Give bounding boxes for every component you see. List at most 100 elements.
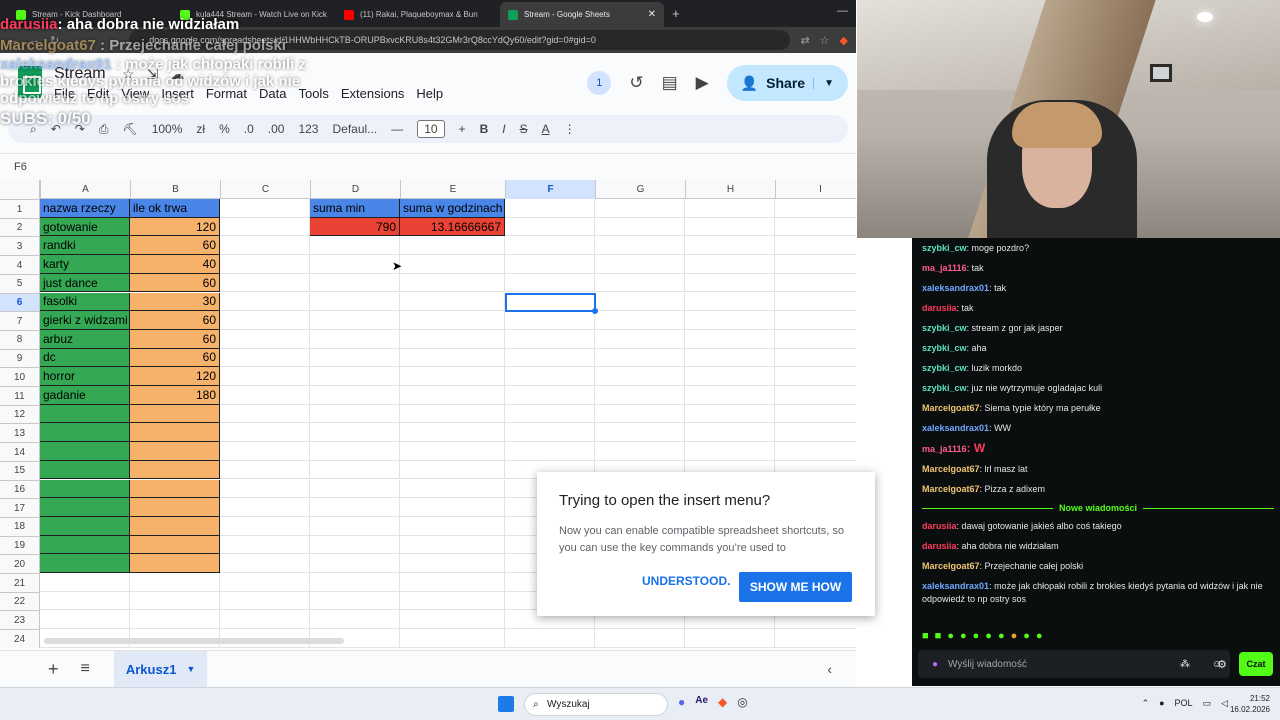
grid-cell[interactable] — [310, 311, 400, 330]
menu-help[interactable]: Help — [416, 86, 443, 101]
emote-icon[interactable]: ● — [960, 630, 967, 642]
grid-cell[interactable] — [400, 423, 505, 443]
column-header-f[interactable]: F — [505, 180, 595, 199]
row-header-12[interactable]: 12 — [0, 404, 40, 424]
row-header-14[interactable]: 14 — [0, 442, 40, 462]
add-sheet-icon[interactable]: + — [48, 659, 59, 680]
chat-username[interactable]: darusiia — [922, 521, 957, 531]
grid-cell[interactable] — [505, 404, 595, 424]
grid-cell[interactable] — [505, 348, 595, 368]
chat-username[interactable]: darusiia — [922, 541, 957, 551]
cell-a10[interactable]: horror — [40, 367, 130, 386]
percent-format-button[interactable]: % — [219, 122, 230, 136]
grid-cell[interactable] — [220, 498, 310, 517]
grid-cell[interactable] — [400, 292, 505, 312]
grid-cell[interactable] — [130, 573, 220, 592]
row-header-16[interactable]: 16 — [0, 479, 40, 499]
show-me-how-button[interactable]: SHOW ME HOW — [739, 572, 852, 602]
cell-e2[interactable]: 13.16666667 — [400, 217, 505, 237]
menu-tools[interactable]: Tools — [298, 86, 328, 101]
grid-cell[interactable] — [220, 329, 310, 349]
grid-cell[interactable] — [685, 255, 775, 274]
menu-data[interactable]: Data — [259, 86, 286, 101]
grid-cell[interactable] — [310, 554, 400, 573]
menu-view[interactable]: View — [121, 86, 149, 101]
emote-icon[interactable]: ■ — [922, 630, 929, 642]
cell-b13[interactable] — [130, 423, 220, 443]
grid-cell[interactable] — [400, 498, 505, 517]
menu-extensions[interactable]: Extensions — [341, 86, 405, 101]
cell-b20[interactable] — [130, 554, 220, 573]
font-size-input[interactable]: 10 — [417, 120, 445, 138]
cell-a15[interactable] — [40, 460, 130, 480]
collapse-panel-icon[interactable]: ‹ — [827, 661, 832, 677]
cell-b8[interactable]: 60 — [130, 329, 220, 349]
cell-a17[interactable] — [40, 498, 130, 517]
grid-cell[interactable] — [310, 610, 400, 630]
cell-a1[interactable]: nazwa rzeczy — [40, 199, 130, 218]
grid-cell[interactable] — [400, 236, 505, 256]
row-header-4[interactable]: 4 — [0, 255, 40, 275]
grid-cell[interactable] — [685, 423, 775, 443]
grid-cell[interactable] — [595, 404, 685, 424]
star-icon[interactable]: ☆ — [122, 66, 135, 83]
doc-title[interactable]: Stream — [54, 65, 106, 83]
row-header-17[interactable]: 17 — [0, 498, 40, 518]
translate-icon[interactable]: ⇄ — [800, 34, 809, 47]
grid-cell[interactable] — [40, 573, 130, 592]
emote-icon[interactable]: ● — [973, 630, 980, 642]
cell-a19[interactable] — [40, 535, 130, 555]
redo-icon[interactable]: ↷ — [75, 122, 85, 136]
grid-cell[interactable] — [775, 199, 856, 218]
cell-a2[interactable]: gotowanie — [40, 217, 130, 237]
row-header-19[interactable]: 19 — [0, 535, 40, 555]
chat-username[interactable]: ma_ja1116 — [922, 444, 967, 454]
bold-icon[interactable]: B — [480, 122, 489, 136]
grid-cell[interactable] — [310, 535, 400, 555]
grid-cell[interactable] — [220, 573, 310, 592]
chat-username[interactable]: Marcelgoat67 — [922, 561, 980, 571]
grid-cell[interactable] — [505, 199, 595, 218]
column-header-g[interactable]: G — [595, 180, 685, 199]
grid-cell[interactable] — [775, 349, 856, 368]
chat-username[interactable]: xaleksandrax01 — [922, 283, 989, 293]
cell-a9[interactable]: dc — [40, 348, 130, 368]
microphone-icon[interactable]: ● — [1159, 698, 1164, 709]
chevron-down-icon[interactable]: ▼ — [186, 664, 195, 674]
grid-cell[interactable] — [310, 273, 400, 293]
brave-icon[interactable]: ◆ — [718, 695, 727, 709]
emote-icon[interactable]: ● — [998, 630, 1005, 642]
cell-b3[interactable]: 60 — [130, 236, 220, 256]
row-header-8[interactable]: 8 — [0, 329, 40, 349]
row-header-10[interactable]: 10 — [0, 367, 40, 387]
row-header-13[interactable]: 13 — [0, 423, 40, 443]
grid-cell[interactable] — [220, 311, 310, 330]
history-icon[interactable]: ↺ — [629, 73, 643, 93]
grid-cell[interactable] — [220, 423, 310, 443]
grid-cell[interactable] — [505, 236, 595, 256]
chat-users-icon[interactable]: ⁂ — [1180, 659, 1190, 670]
more-options-icon[interactable]: ⋮ — [564, 122, 576, 136]
grid-cell[interactable] — [595, 255, 685, 274]
grid-cell[interactable] — [400, 442, 505, 461]
grid-cell[interactable] — [400, 479, 505, 499]
url-field[interactable]: docs.google.com/spreadsheets/d/1HHWbHHCk… — [129, 30, 791, 50]
increase-decimal-button[interactable]: .00 — [268, 122, 285, 136]
column-header-i[interactable]: I — [775, 180, 856, 199]
cell-b10[interactable]: 120 — [130, 367, 220, 386]
network-icon[interactable]: ▭ — [1203, 698, 1212, 709]
row-header-1[interactable]: 1 — [0, 199, 40, 218]
grid-cell[interactable] — [775, 311, 856, 330]
obs-icon[interactable]: ◎ — [737, 695, 747, 709]
minimize-icon[interactable]: — — [837, 5, 848, 17]
grid-cell[interactable] — [685, 292, 775, 312]
grid-cell[interactable] — [685, 311, 775, 330]
new-tab-icon[interactable]: + — [672, 6, 680, 21]
grid-cell[interactable] — [400, 255, 505, 274]
menu-edit[interactable]: Edit — [87, 86, 109, 101]
cell-b18[interactable] — [130, 516, 220, 536]
grid-cell[interactable] — [505, 367, 595, 386]
comments-icon[interactable]: ▤ — [662, 73, 678, 93]
grid-cell[interactable] — [505, 255, 595, 274]
grid-cell[interactable] — [775, 423, 856, 443]
